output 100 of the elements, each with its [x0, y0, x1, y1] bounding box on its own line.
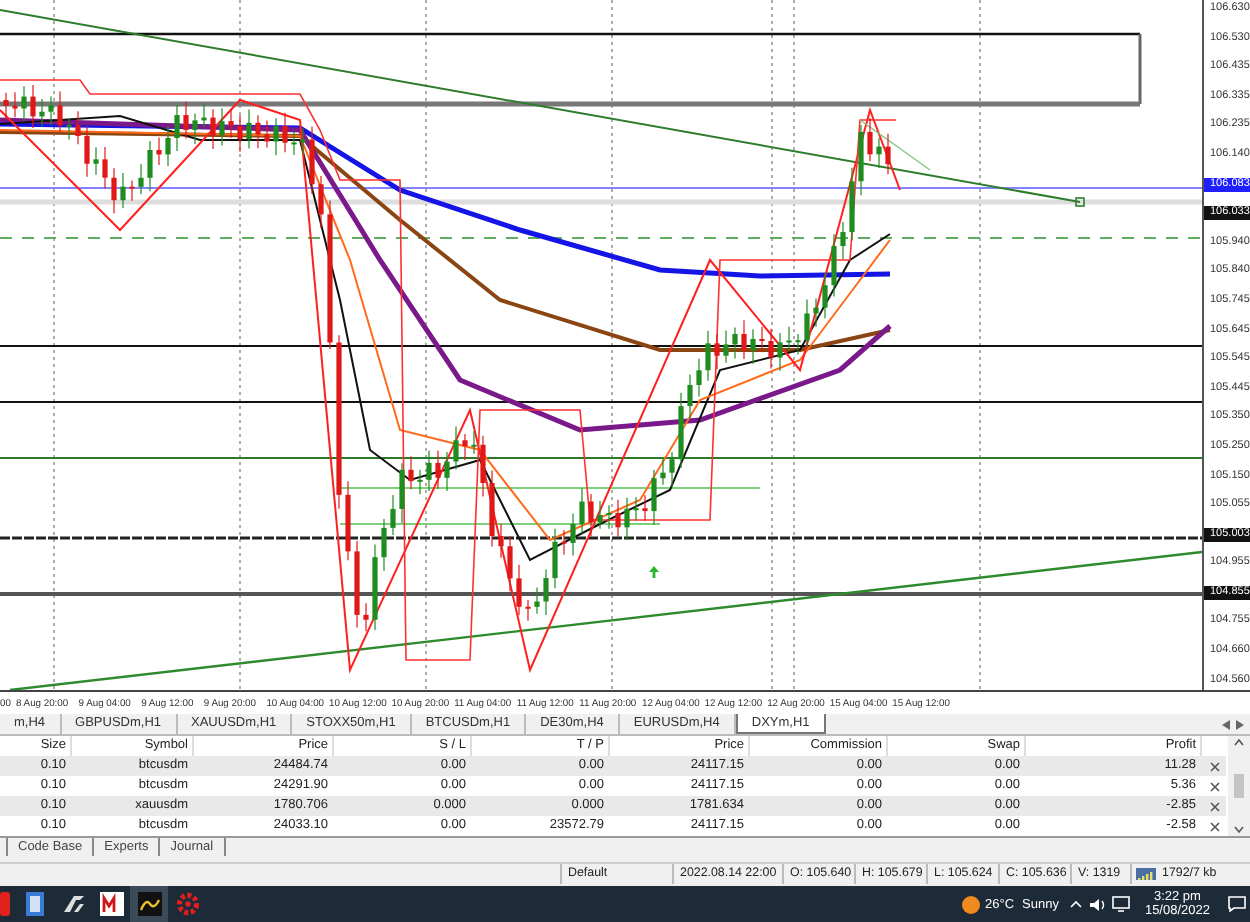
- candlestick: [354, 540, 360, 629]
- speaker-icon[interactable]: [1089, 897, 1106, 911]
- candlestick: [777, 332, 783, 372]
- candlestick: [516, 564, 522, 616]
- candlestick: [597, 500, 603, 530]
- candlestick: [750, 328, 756, 365]
- candlestick: [165, 125, 171, 167]
- candlestick: [669, 451, 675, 488]
- candlestick: [678, 392, 684, 469]
- candlestick: [84, 125, 90, 178]
- candlestick: [102, 146, 108, 190]
- candlestick: [399, 462, 405, 524]
- candlestick: [138, 163, 144, 195]
- candlestick: [507, 535, 513, 592]
- candlestick: [741, 319, 747, 360]
- candlestick: [255, 114, 261, 149]
- candlestick: [291, 131, 297, 156]
- candlestick: [390, 494, 396, 536]
- candlestick: [534, 586, 540, 615]
- candlestick: [480, 435, 486, 497]
- candlestick: [417, 469, 423, 495]
- candlestick: [75, 110, 81, 145]
- monitor-icon[interactable]: [1111, 896, 1130, 912]
- candlestick: [633, 496, 639, 522]
- candlestick: [732, 326, 738, 359]
- candlestick: [372, 543, 378, 631]
- candlestick: [588, 493, 594, 537]
- candlestick: [723, 329, 729, 364]
- candlestick: [561, 529, 567, 556]
- candlestick: [696, 358, 702, 398]
- candlestick: [885, 133, 891, 175]
- logo-icon[interactable]: [99, 892, 123, 916]
- scroll-right-icon[interactable]: [1236, 720, 1244, 730]
- candlestick: [363, 602, 369, 632]
- candlestick: [651, 469, 657, 526]
- candlestick: [471, 430, 477, 455]
- candlestick: [39, 98, 45, 128]
- gear-icon[interactable]: [175, 892, 199, 916]
- candlestick: [264, 119, 270, 149]
- chart-app-icon[interactable]: [137, 892, 161, 916]
- candlestick: [660, 458, 666, 486]
- candlestick: [543, 569, 549, 616]
- scroll-down-icon[interactable]: [1234, 826, 1244, 834]
- scrollbar-thumb[interactable]: [1234, 774, 1244, 798]
- slash-logo-icon[interactable]: [61, 894, 85, 914]
- candlestick: [849, 167, 855, 242]
- candlestick: [48, 95, 54, 126]
- candlestick: [444, 451, 450, 492]
- candlestick: [21, 85, 27, 122]
- candlestick: [129, 179, 135, 202]
- candlestick: [822, 272, 828, 319]
- candlestick: [219, 107, 225, 147]
- candlestick: [345, 480, 351, 561]
- candlestick: [615, 499, 621, 538]
- candlestick: [570, 512, 576, 556]
- candlestick: [831, 233, 837, 298]
- candlestick: [381, 518, 387, 572]
- candlestick: [300, 127, 306, 156]
- chevron-up-icon[interactable]: [1070, 900, 1083, 908]
- scrollbar[interactable]: [1228, 736, 1250, 836]
- candlestick: [309, 125, 315, 195]
- candlestick: [552, 528, 558, 589]
- candlestick: [867, 117, 873, 162]
- candlestick: [228, 109, 234, 139]
- connection-bars-icon: [1136, 868, 1156, 881]
- candlestick: [858, 124, 864, 196]
- candlestick: [489, 469, 495, 548]
- candlestick: [435, 449, 441, 490]
- candlestick: [273, 117, 279, 156]
- close-icon[interactable]: [1209, 761, 1219, 771]
- candlestick: [93, 146, 99, 176]
- candlestick: [408, 455, 414, 490]
- close-icon[interactable]: [1209, 801, 1219, 811]
- candlestick: [318, 175, 324, 229]
- candlestick: [282, 112, 288, 153]
- candlestick: [786, 326, 792, 351]
- candlestick: [453, 425, 459, 470]
- candlestick: [174, 104, 180, 152]
- candlestick: [840, 221, 846, 260]
- candlestick: [156, 136, 162, 166]
- candlestick: [57, 90, 63, 134]
- candlestick: [201, 103, 207, 128]
- candlestick: [111, 167, 117, 214]
- candlestick: [462, 433, 468, 461]
- scroll-up-icon[interactable]: [1234, 738, 1244, 746]
- candlestick: [66, 117, 72, 141]
- candlestick: [795, 333, 801, 356]
- candlestick: [642, 494, 648, 522]
- close-icon[interactable]: [1209, 781, 1219, 791]
- candlestick: [804, 299, 810, 349]
- candlestick: [606, 504, 612, 530]
- close-icon[interactable]: [1209, 821, 1219, 831]
- candlestick: [498, 523, 504, 559]
- candlestick: [687, 374, 693, 420]
- notification-icon[interactable]: [1227, 896, 1245, 912]
- candlestick: [3, 92, 9, 121]
- sun-icon: [962, 895, 981, 913]
- document-icon[interactable]: [26, 892, 44, 916]
- scroll-left-icon[interactable]: [1222, 720, 1230, 730]
- candlestick: [759, 326, 765, 353]
